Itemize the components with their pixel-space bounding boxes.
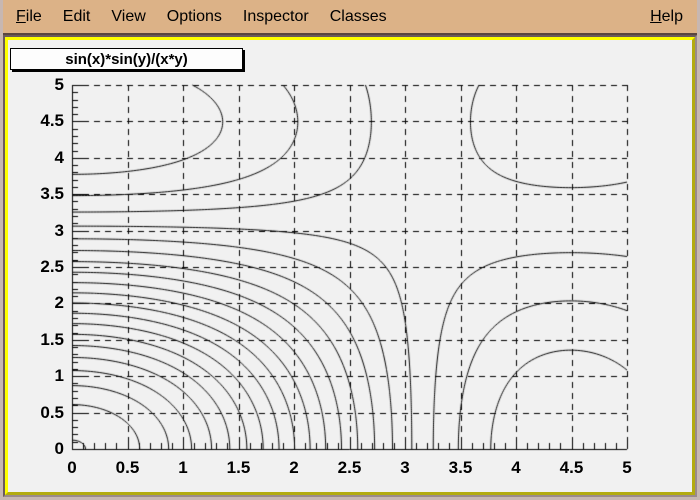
y-tick-label: 1.5 [12,331,64,349]
x-tick-label: 1 [158,459,208,477]
y-tick-label: 3 [12,222,64,240]
y-tick-label: 2 [12,294,64,312]
y-tick-label: 2.5 [12,258,64,276]
y-tick-label: 4.5 [12,112,64,130]
y-tick-label: 0 [12,440,64,458]
plot-title: sin(x)*sin(y)/(x*y) [65,51,188,68]
x-tick-label: 3 [380,459,430,477]
plot-title-box[interactable]: sin(x)*sin(y)/(x*y) [10,48,243,70]
y-tick-label: 0.5 [12,404,64,422]
x-tick-label: 0.5 [103,459,153,477]
x-tick-label: 4.5 [547,459,597,477]
y-tick-label: 5 [12,76,64,94]
menu-view[interactable]: View [111,8,145,26]
x-tick-label: 4 [491,459,541,477]
pad-frame: sin(x)*sin(y)/(x*y) 0 0.5 1 1.5 2 2.5 3 3.5 4 4.5… [3,35,697,497]
y-tick-label: 3.5 [12,185,64,203]
menu-classes[interactable]: Classes [330,8,387,26]
y-tick-label: 4 [12,149,64,167]
menu-bar: File Edit View Options Inspector Classes… [3,0,697,33]
root-canvas[interactable]: sin(x)*sin(y)/(x*y) 0 0.5 1 1.5 2 2.5 3 3.5 4 4.5… [8,40,692,492]
root-canvas-window: File Edit View Options Inspector Classes… [0,0,700,500]
pad-highlight-border: sin(x)*sin(y)/(x*y) 0 0.5 1 1.5 2 2.5 3 3.5 4 4.5… [5,37,695,495]
menu-file[interactable]: File [16,8,42,26]
menu-inspector[interactable]: Inspector [243,8,309,26]
x-tick-label: 5 [602,459,652,477]
x-tick-label: 1.5 [214,459,264,477]
menu-options[interactable]: Options [167,8,222,26]
y-tick-label: 1 [12,367,64,385]
x-tick-label: 3.5 [436,459,486,477]
x-tick-label: 0 [47,459,97,477]
x-tick-label: 2 [269,459,319,477]
x-tick-label: 2.5 [325,459,375,477]
menu-help[interactable]: Help [650,8,683,26]
menu-edit[interactable]: Edit [63,8,91,26]
contour-plot[interactable] [8,40,692,492]
